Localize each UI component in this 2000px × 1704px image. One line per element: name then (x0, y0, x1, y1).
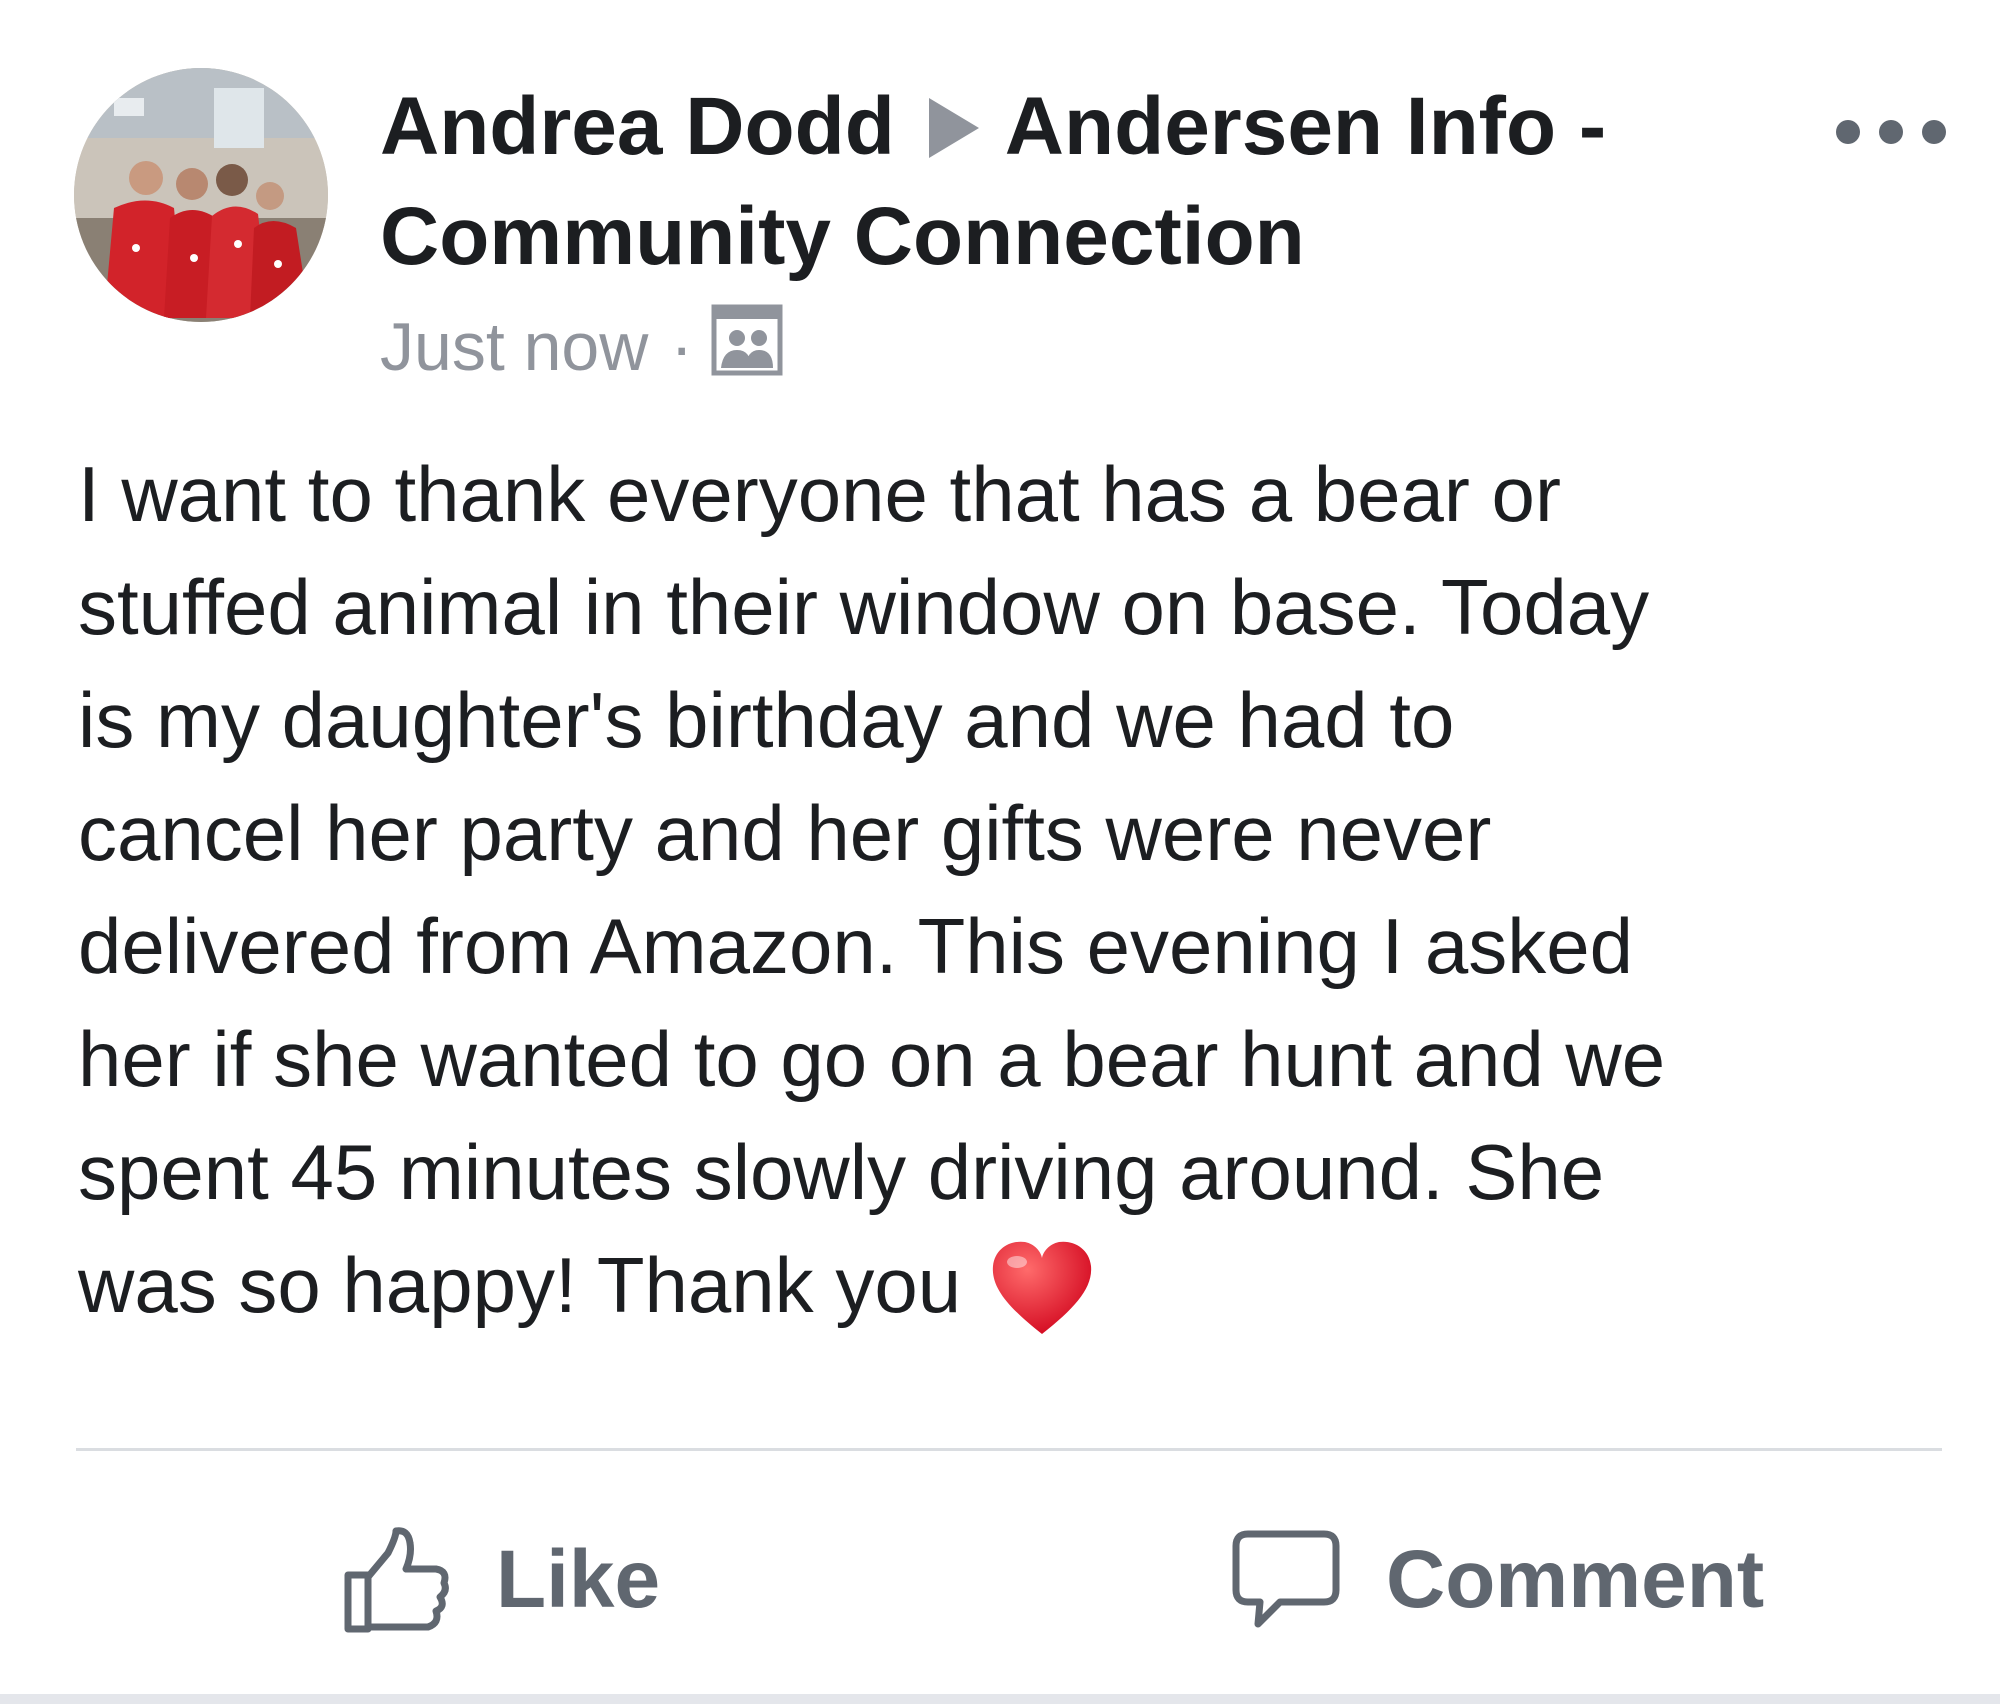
post-body: I want to thank everyone that has a bear… (78, 438, 1978, 1368)
meta-separator: · (670, 308, 694, 385)
action-divider (76, 1448, 1942, 1451)
comment-bubble-icon (1232, 1530, 1340, 1628)
more-options-button[interactable] (1836, 112, 1946, 152)
comment-button[interactable]: Comment (1230, 1500, 1764, 1660)
comment-label: Comment (1386, 1534, 1765, 1625)
red-heart-icon (989, 1238, 1095, 1368)
post-meta: Just now · (380, 300, 783, 393)
more-dot (1836, 120, 1860, 144)
author-avatar[interactable] (74, 68, 328, 322)
shared-to-arrow-icon (928, 98, 979, 158)
like-label: Like (496, 1534, 661, 1625)
thumbs-up-icon (344, 1527, 449, 1633)
like-button[interactable]: Like (338, 1500, 660, 1660)
post-body-text: I want to thank everyone that has a bear… (78, 450, 1666, 1329)
author-name[interactable]: Andrea Dodd (380, 81, 895, 172)
more-dot (1922, 120, 1946, 144)
more-dot (1879, 120, 1903, 144)
post-bottom-border (0, 1694, 2000, 1704)
group-members-icon[interactable] (711, 304, 783, 393)
post-timestamp[interactable]: Just now (380, 307, 648, 387)
facebook-post: Andrea Dodd Andersen Info - Community Con… (0, 0, 2000, 1704)
post-header-title: Andrea Dodd Andersen Info - Community Con… (380, 72, 1780, 292)
